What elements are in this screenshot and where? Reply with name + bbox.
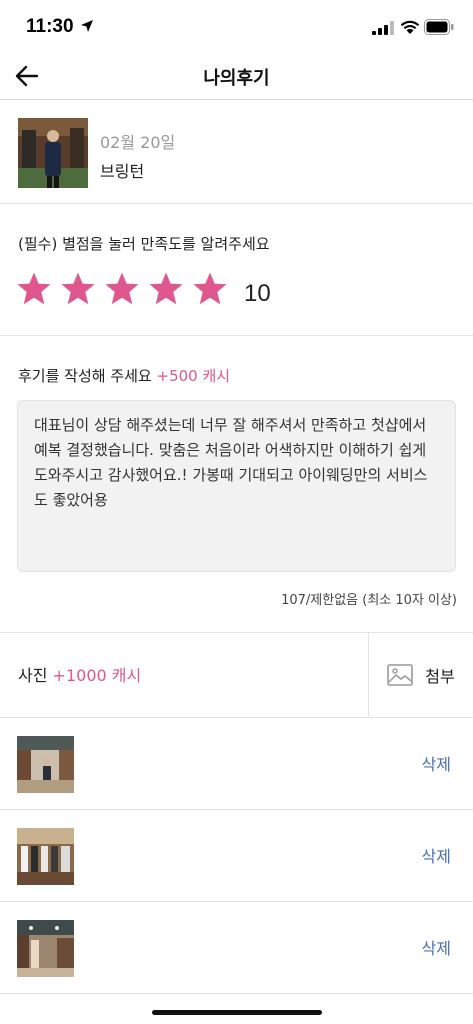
rating-label: (필수) 별점을 눌러 만족도를 알려주세요 (18, 235, 270, 253)
attach-label: 첨부 (425, 667, 455, 686)
rating-section: (필수) 별점을 눌러 만족도를 알려주세요 10 (0, 205, 473, 336)
image-icon (387, 664, 414, 686)
star-2-icon[interactable] (60, 271, 96, 307)
page-title: 나의후기 (203, 68, 270, 89)
photo-thumbnail (17, 920, 74, 977)
star-1-icon[interactable] (16, 271, 52, 307)
star-4-icon[interactable] (148, 271, 184, 307)
photo-thumbnail (17, 828, 74, 885)
wifi-icon (400, 20, 420, 34)
product-image (18, 118, 88, 188)
review-textarea[interactable]: 대표님이 상담 해주셨는데 너무 잘 해주셔서 만족하고 첫샵에서 예복 결정했… (17, 400, 456, 572)
star-rating[interactable] (16, 271, 236, 315)
product-name: 브링턴 (100, 162, 145, 181)
attach-photo-button[interactable]: 첨부 (368, 633, 473, 717)
delete-photo-button[interactable]: 삭제 (422, 751, 451, 775)
char-count: 107/제한없음 (최소 10자 이상) (281, 593, 457, 608)
photo-bonus: +1000 캐시 (52, 666, 142, 685)
cellular-signal-icon (372, 21, 394, 35)
review-label: 후기를 작성해 주세요 +500 캐시 (18, 365, 230, 386)
status-time: 11:30 (26, 16, 74, 37)
star-5-icon[interactable] (192, 271, 228, 307)
photo-label: 사진 +1000 캐시 (18, 662, 141, 686)
photo-list-item: 삭제 (0, 718, 473, 810)
star-3-icon[interactable] (104, 271, 140, 307)
header-bar: 나의후기 (0, 52, 473, 100)
delete-photo-button[interactable]: 삭제 (422, 843, 451, 867)
photo-label-text: 사진 (18, 666, 48, 685)
product-date: 02월 20일 (100, 133, 176, 152)
review-label-text: 후기를 작성해 주세요 (18, 367, 152, 385)
photo-list-item: 삭제 (0, 902, 473, 994)
photo-thumbnail (17, 736, 74, 793)
photo-section: 사진 +1000 캐시 첨부 (0, 632, 473, 718)
status-bar: 11:30 (0, 0, 473, 52)
photo-list-item: 삭제 (0, 810, 473, 902)
review-bonus: +500 캐시 (156, 367, 231, 385)
home-indicator (152, 1010, 322, 1015)
delete-photo-button[interactable]: 삭제 (422, 935, 451, 959)
product-summary: 02월 20일 브링턴 (0, 101, 473, 204)
location-arrow-icon (81, 20, 93, 32)
battery-icon (424, 19, 454, 35)
rating-score: 10 (244, 280, 271, 307)
